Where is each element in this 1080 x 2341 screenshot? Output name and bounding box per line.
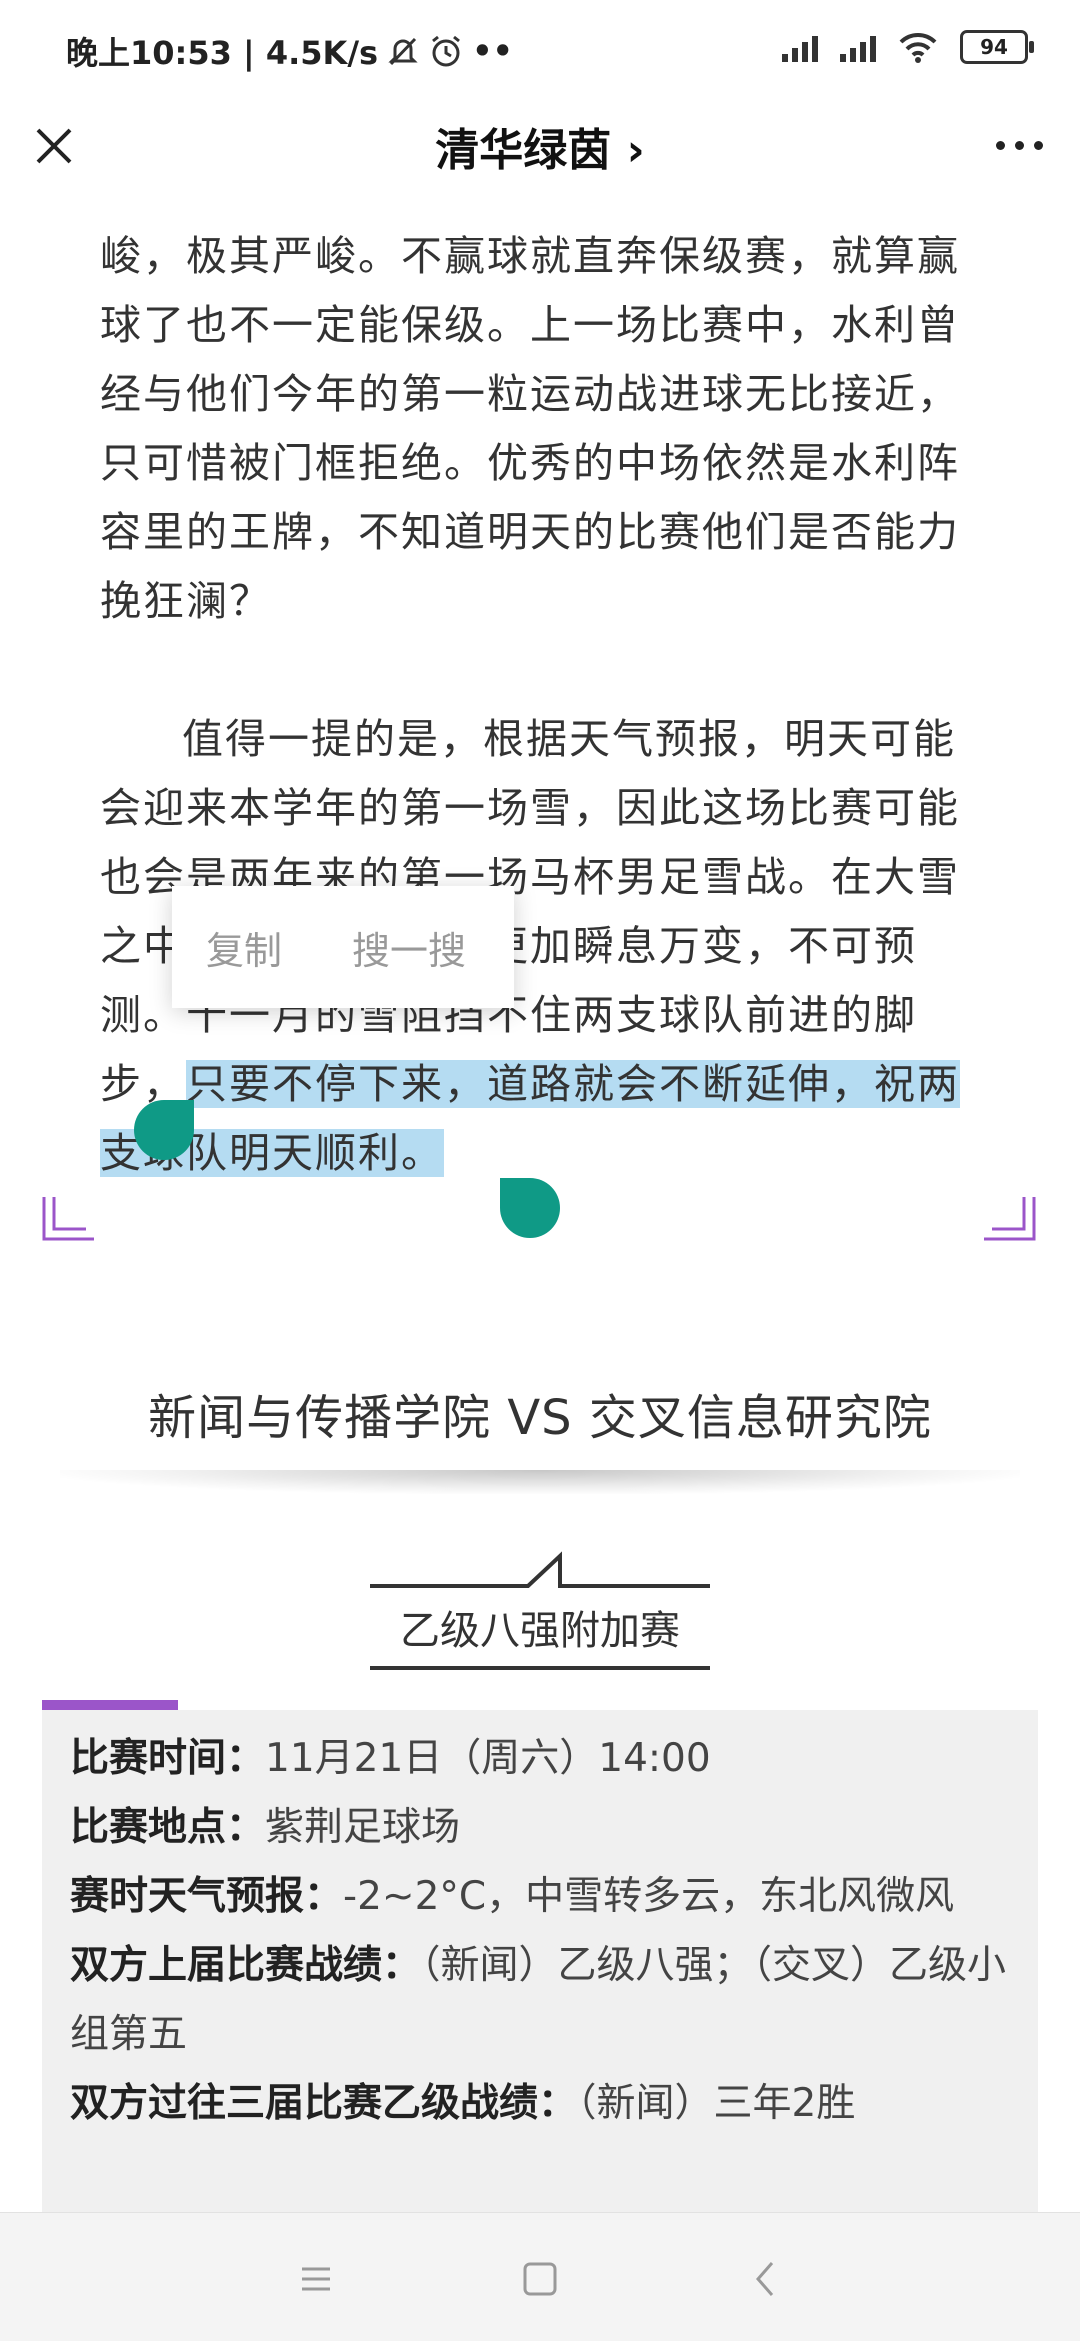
status-right: 94 [782,30,1034,64]
info-value: 11月21日（周六）14:00 [265,1736,711,1781]
match-info: 比赛时间：11月21日（周六）14:00 比赛地点：紫荆足球场 赛时天气预报：-… [70,1724,1020,2138]
info-row-time: 比赛时间：11月21日（周六）14:00 [70,1724,1020,1793]
info-label: 比赛时间： [70,1736,266,1781]
more-dot-icon [1033,140,1043,150]
info-label: 赛时天气预报： [70,1874,344,1919]
more-dot-icon [995,140,1005,150]
copy-menu-item[interactable]: 复制 [206,920,282,975]
back-icon[interactable] [736,2249,796,2309]
info-value: （新闻）三年2胜 [577,2081,856,2126]
signal-2-icon [840,32,876,62]
system-nav-bar [0,2212,1080,2341]
account-title-link[interactable]: 清华绿茵 › [0,114,1080,178]
stage-label: 乙级八强附加赛 [400,1608,680,1654]
info-label: 比赛地点： [70,1805,266,1850]
status-time-speed: 晚上10:53 | 4.5K/s [66,34,379,72]
info-label: 双方过往三届比赛乙级战绩： [70,2081,578,2126]
info-row-venue: 比赛地点：紫荆足球场 [70,1793,1020,1862]
info-row-last-season: 双方上届比赛战绩：（新闻）乙级八强；（交叉）乙级小组第五 [70,1931,1020,2069]
info-row-weather: 赛时天气预报：-2~2°C，中雪转多云，东北风微风 [70,1862,1020,1931]
info-row-history: 双方过往三届比赛乙级战绩：（新闻）三年2胜 [70,2069,1020,2138]
selected-text[interactable]: 只要不停下来，道路就会不断延伸，祝两支球队明天顺利。 [100,1060,960,1177]
search-menu-item[interactable]: 搜一搜 [352,920,466,975]
title-shadow-divider [60,1470,1020,1494]
corner-bracket-left-icon [42,1197,94,1241]
alarm-icon [432,35,460,67]
more-dot-icon [1014,140,1024,150]
wifi-icon [899,32,937,63]
selection-start-handle[interactable] [134,1100,194,1160]
status-more-dots: •• [472,32,513,70]
home-icon[interactable] [510,2249,570,2309]
info-value: -2~2°C，中雪转多云，东北风微风 [343,1874,955,1919]
stage-badge: 乙级八强附加赛 [368,1550,712,1674]
article-paragraph-1[interactable]: 峻，极其严峻。不赢球就直奔保级赛，就算赢球了也不一定能保级。上一场比赛中，水利曾… [100,222,980,636]
status-bar: 晚上10:53 | 4.5K/s •• 94 [0,0,1080,100]
signal-1-icon [782,32,818,62]
text-context-menu: 复制 搜一搜 [172,886,514,1008]
more-options-button[interactable] [984,120,1054,170]
battery-icon: 94 [960,30,1034,64]
nav-bar: 清华绿茵 › [0,100,1080,190]
info-label: 双方上届比赛战绩： [70,1943,422,1988]
menu-icon[interactable] [286,2249,346,2309]
status-left: 晚上10:53 | 4.5K/s •• [66,28,513,74]
mute-bell-icon [388,37,418,66]
corner-bracket-right-icon [984,1197,1036,1241]
accent-bar [42,1700,178,1710]
match-title: 新闻与传播学院 VS 交叉信息研究院 [148,1390,932,1446]
selection-end-handle[interactable] [500,1178,560,1238]
info-value: 紫荆足球场 [265,1805,461,1850]
